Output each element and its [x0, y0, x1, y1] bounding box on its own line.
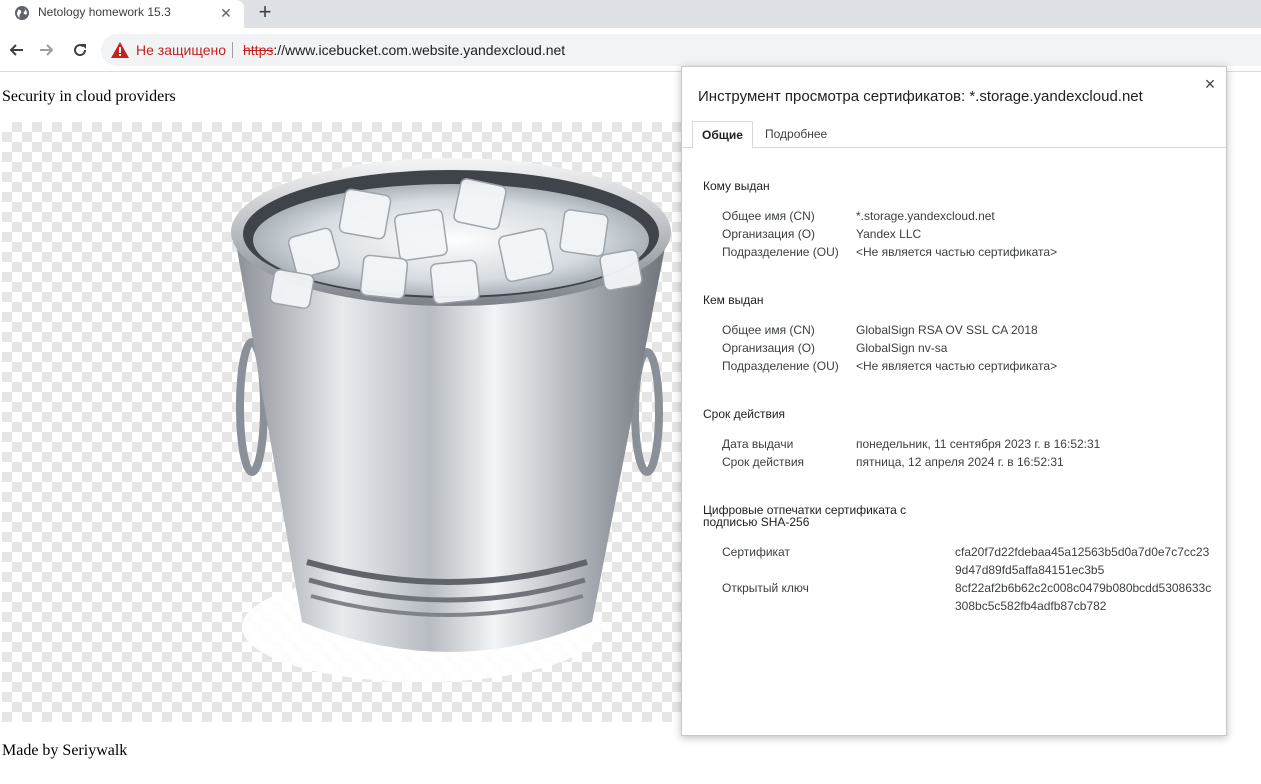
field-label: Подразделение (OU)	[722, 245, 839, 259]
ice-bucket-illustration	[231, 158, 671, 682]
field-label: Общее имя (CN)	[722, 323, 815, 337]
field-value: понедельник, 11 сентября 2023 г. в 16:52…	[856, 437, 1101, 451]
reload-button[interactable]	[66, 36, 94, 64]
field-value: <Не является частью сертификата>	[856, 245, 1058, 259]
field-label: Сертификат	[722, 545, 790, 559]
url-text[interactable]: https://www.icebucket.com.website.yandex…	[243, 42, 565, 58]
dialog-close-icon[interactable]: ×	[1200, 74, 1220, 94]
field-value: GlobalSign RSA OV SSL CA 2018	[856, 323, 1038, 337]
not-secure-label[interactable]: Не защищено	[136, 42, 226, 58]
page-heading: Security in cloud providers	[2, 88, 176, 105]
section-validity: Срок действия	[703, 407, 786, 421]
field-label: Организация (O)	[722, 227, 816, 241]
back-arrow-icon	[9, 44, 23, 56]
field-label: Срок действия	[722, 455, 805, 469]
field-label: Дата выдачи	[722, 437, 794, 451]
tab-general[interactable]: Общие	[692, 121, 753, 149]
field-value: *.storage.yandexcloud.net	[856, 209, 995, 223]
omnibox-divider	[232, 42, 233, 58]
ice-bucket-image	[2, 122, 682, 722]
field-value: пятница, 12 апреля 2024 г. в 16:52:31	[856, 455, 1064, 469]
new-tab-button[interactable]: +	[253, 1, 277, 25]
forward-button[interactable]	[33, 36, 61, 64]
section-fingerprints-line2: подписью SHA-256	[703, 515, 810, 529]
tab-close-icon[interactable]: ✕	[217, 4, 235, 22]
page-footer: Made by Seriywalk	[2, 742, 128, 759]
globe-icon	[15, 6, 29, 20]
url-scheme: https	[243, 42, 274, 58]
fingerprint-value: 8cf22af2b6b62c2c008c0479b080bcdd5308633c…	[955, 581, 1212, 613]
field-label: Открытый ключ	[722, 581, 809, 595]
field-value: GlobalSign nv-sa	[856, 341, 948, 355]
dialog-title: Инструмент просмотра сертификатов: *.sto…	[698, 88, 1143, 105]
certificate-viewer-dialog: Инструмент просмотра сертификатов: *.sto…	[681, 66, 1227, 736]
section-issued-to: Кому выдан	[703, 179, 770, 193]
field-label: Организация (O)	[722, 341, 816, 355]
field-label: Подразделение (OU)	[722, 359, 839, 373]
tab-strip: Netology homework 15.3 ✕ +	[0, 0, 1261, 28]
warning-icon	[111, 42, 129, 58]
field-label: Общее имя (CN)	[722, 209, 815, 223]
reload-icon	[74, 44, 87, 57]
address-bar[interactable]: Не защищено https://www.icebucket.com.we…	[101, 34, 1261, 66]
section-issued-by: Кем выдан	[703, 293, 764, 307]
dialog-tabs: Общие Подробнее	[682, 121, 1226, 149]
forward-arrow-icon	[40, 44, 54, 56]
back-button[interactable]	[2, 36, 30, 64]
browser-tab[interactable]: Netology homework 15.3 ✕	[0, 0, 244, 28]
field-value: Yandex LLC	[856, 227, 922, 241]
fingerprint-value: cfa20f7d22fdebaa45a12563b5d0a7d0e7c7cc23…	[955, 545, 1210, 577]
url-host: ://www.icebucket.com.website.yandexcloud…	[273, 42, 566, 58]
tab-details[interactable]: Подробнее	[756, 121, 836, 148]
tab-title: Netology homework 15.3	[38, 5, 171, 19]
field-value: <Не является частью сертификата>	[856, 359, 1058, 373]
